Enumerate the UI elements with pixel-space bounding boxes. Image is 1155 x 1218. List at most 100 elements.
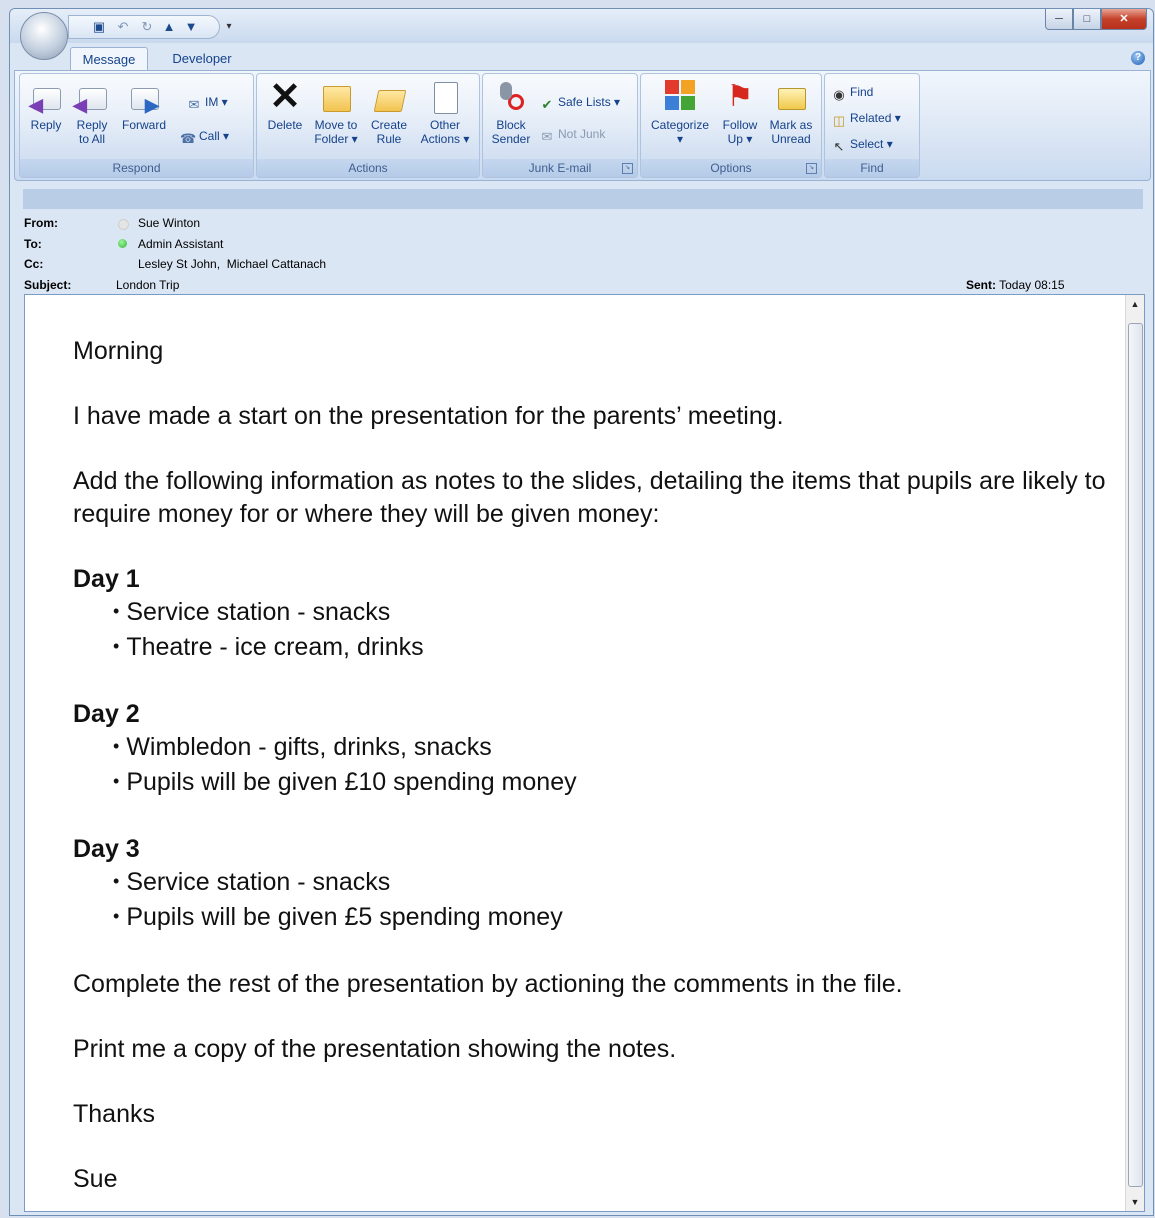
related-button[interactable]: ◫ Related ▾	[831, 110, 901, 129]
find-button[interactable]: ◉ Find	[831, 84, 873, 103]
minimize-button[interactable]: ─	[1045, 9, 1073, 30]
presence-offline-icon	[118, 219, 129, 230]
quick-access-toolbar: ▣ ↶ ↻ ▲ ▼ ▾	[68, 15, 232, 39]
ribbon-tabs: Message Developer ?	[10, 43, 1153, 71]
help-icon[interactable]: ?	[1131, 51, 1145, 65]
mark-as-unread-button[interactable]: Mark as Unread	[765, 80, 817, 146]
paragraph-4: Print me a copy of the presentation show…	[73, 1035, 677, 1063]
not-junk-button[interactable]: ✉ Not Junk	[539, 126, 606, 145]
actions-group-label: Actions	[257, 159, 479, 177]
safe-lists-button[interactable]: ✔ Safe Lists ▾	[539, 94, 621, 113]
related-icon: ◫	[832, 113, 846, 128]
cc-value[interactable]: Lesley St John, Michael Cattanach	[138, 257, 326, 271]
message-header: From: Sue Winton To: Admin Assistant Cc:…	[10, 211, 1153, 295]
info-bar	[23, 189, 1143, 209]
from-label: From:	[24, 216, 58, 230]
tab-message[interactable]: Message	[70, 47, 148, 71]
signoff: Sue	[73, 1165, 118, 1193]
window-controls: ─ □ ✕	[1045, 9, 1147, 31]
from-value[interactable]: Sue Winton	[138, 216, 200, 230]
list-item: Wimbledon - gifts, drinks, snacks	[73, 731, 1113, 766]
phone-icon: ☎	[180, 131, 197, 146]
actions-group: ✕ Delete Move to Folder ▾ Create Rule Ot…	[256, 73, 480, 178]
office-button[interactable]	[20, 12, 68, 60]
subject-label: Subject:	[24, 278, 72, 292]
im-button[interactable]: ✉ IM ▾	[186, 94, 228, 113]
scroll-down-icon[interactable]: ▼	[1126, 1195, 1144, 1209]
presence-online-icon	[118, 239, 127, 248]
create-rule-icon	[372, 80, 407, 114]
reply-all-icon: ◀	[73, 80, 109, 114]
day-2-heading: Day 2	[73, 700, 140, 728]
scroll-thumb[interactable]	[1128, 323, 1143, 1187]
forward-button[interactable]: ▶ Forward	[116, 80, 172, 132]
sent-label: Sent:	[966, 278, 996, 292]
options-dialog-launcher[interactable]: ↘	[806, 163, 817, 174]
categorize-icon	[663, 80, 697, 114]
categorize-button[interactable]: Categorize ▾	[645, 80, 715, 146]
delete-icon: ✕	[269, 76, 301, 118]
call-button[interactable]: ☎ Call ▾	[180, 128, 229, 147]
subject-value: London Trip	[116, 278, 180, 292]
to-label: To:	[24, 237, 42, 251]
reply-icon: ◀	[29, 80, 63, 114]
select-button[interactable]: ↖ Select ▾	[831, 136, 893, 155]
tab-developer[interactable]: Developer	[162, 47, 242, 70]
respond-group-label: Respond	[20, 159, 253, 177]
save-icon[interactable]: ▣	[91, 19, 107, 35]
list-item: Theatre - ice cream, drinks	[73, 631, 1113, 666]
options-group: Categorize ▾ ⚑ Follow Up ▾ Mark as Unrea…	[640, 73, 822, 178]
message-text: Morning I have made a start on the prese…	[73, 335, 1113, 1196]
cc-label: Cc:	[24, 257, 44, 271]
junk-dialog-launcher[interactable]: ↘	[622, 163, 633, 174]
message-body[interactable]: Morning I have made a start on the prese…	[24, 294, 1145, 1212]
reply-button[interactable]: ◀ Reply	[26, 80, 66, 132]
not-junk-icon: ✉	[541, 129, 553, 144]
block-sender-icon	[494, 80, 528, 114]
day-3-heading: Day 3	[73, 835, 140, 863]
junk-group-label: Junk E-mail	[483, 159, 637, 177]
list-item: Pupils will be given £5 spending money	[73, 901, 1113, 936]
greeting: Morning	[73, 337, 164, 365]
move-to-folder-button[interactable]: Move to Folder ▾	[309, 80, 363, 146]
create-rule-button[interactable]: Create Rule	[365, 80, 413, 146]
paragraph-1: I have made a start on the presentation …	[73, 402, 784, 430]
binoculars-icon: ◉	[833, 87, 845, 102]
flag-icon: ⚑	[726, 80, 754, 113]
message-window: ▣ ↶ ↻ ▲ ▼ ▾ ─ □ ✕ Message Developer ? ◀ …	[9, 8, 1154, 1216]
close-button[interactable]: ✕	[1101, 9, 1147, 30]
ribbon: ◀ Reply ◀ Reply to All ▶ Forward ✉ IM ▾ ☎…	[14, 70, 1151, 181]
mark-unread-icon	[774, 80, 808, 114]
maximize-button[interactable]: □	[1073, 9, 1101, 30]
forward-icon: ▶	[127, 80, 161, 114]
paragraph-3: Complete the rest of the presentation by…	[73, 970, 903, 998]
junk-email-group: Block Sender ✔ Safe Lists ▾ ✉ Not Junk Jun…	[482, 73, 638, 178]
next-item-icon[interactable]: ▼	[183, 19, 199, 35]
vertical-scrollbar[interactable]: ▲ ▼	[1125, 295, 1144, 1211]
follow-up-button[interactable]: ⚑ Follow Up ▾	[717, 80, 763, 146]
sent-info: Sent: Today 08:15	[966, 278, 1065, 292]
cursor-icon: ↖	[833, 139, 845, 154]
other-actions-icon	[428, 80, 462, 114]
move-folder-icon	[319, 80, 353, 114]
undo-icon[interactable]: ↶	[115, 19, 131, 35]
list-item: Service station - snacks	[73, 596, 1113, 631]
other-actions-button[interactable]: Other Actions ▾	[415, 80, 475, 146]
previous-item-icon[interactable]: ▲	[161, 19, 177, 35]
day-1-heading: Day 1	[73, 565, 140, 593]
block-sender-button[interactable]: Block Sender	[487, 80, 535, 146]
im-icon: ✉	[188, 97, 200, 112]
thanks: Thanks	[73, 1100, 155, 1128]
to-value[interactable]: Admin Assistant	[138, 237, 223, 251]
find-group: ◉ Find ◫ Related ▾ ↖ Select ▾ Find	[824, 73, 920, 178]
customize-qat-icon[interactable]: ▾	[221, 19, 237, 35]
redo-icon[interactable]: ↻	[139, 19, 155, 35]
delete-button[interactable]: ✕ Delete	[261, 76, 309, 132]
scroll-up-icon[interactable]: ▲	[1126, 297, 1144, 311]
sent-value: Today 08:15	[999, 278, 1065, 292]
reply-all-button[interactable]: ◀ Reply to All	[72, 80, 112, 146]
respond-group: ◀ Reply ◀ Reply to All ▶ Forward ✉ IM ▾ ☎…	[19, 73, 254, 178]
paragraph-2: Add the following information as notes t…	[73, 467, 1106, 528]
safe-lists-icon: ✔	[541, 97, 553, 112]
title-bar: ▣ ↶ ↻ ▲ ▼ ▾ ─ □ ✕	[10, 9, 1153, 43]
